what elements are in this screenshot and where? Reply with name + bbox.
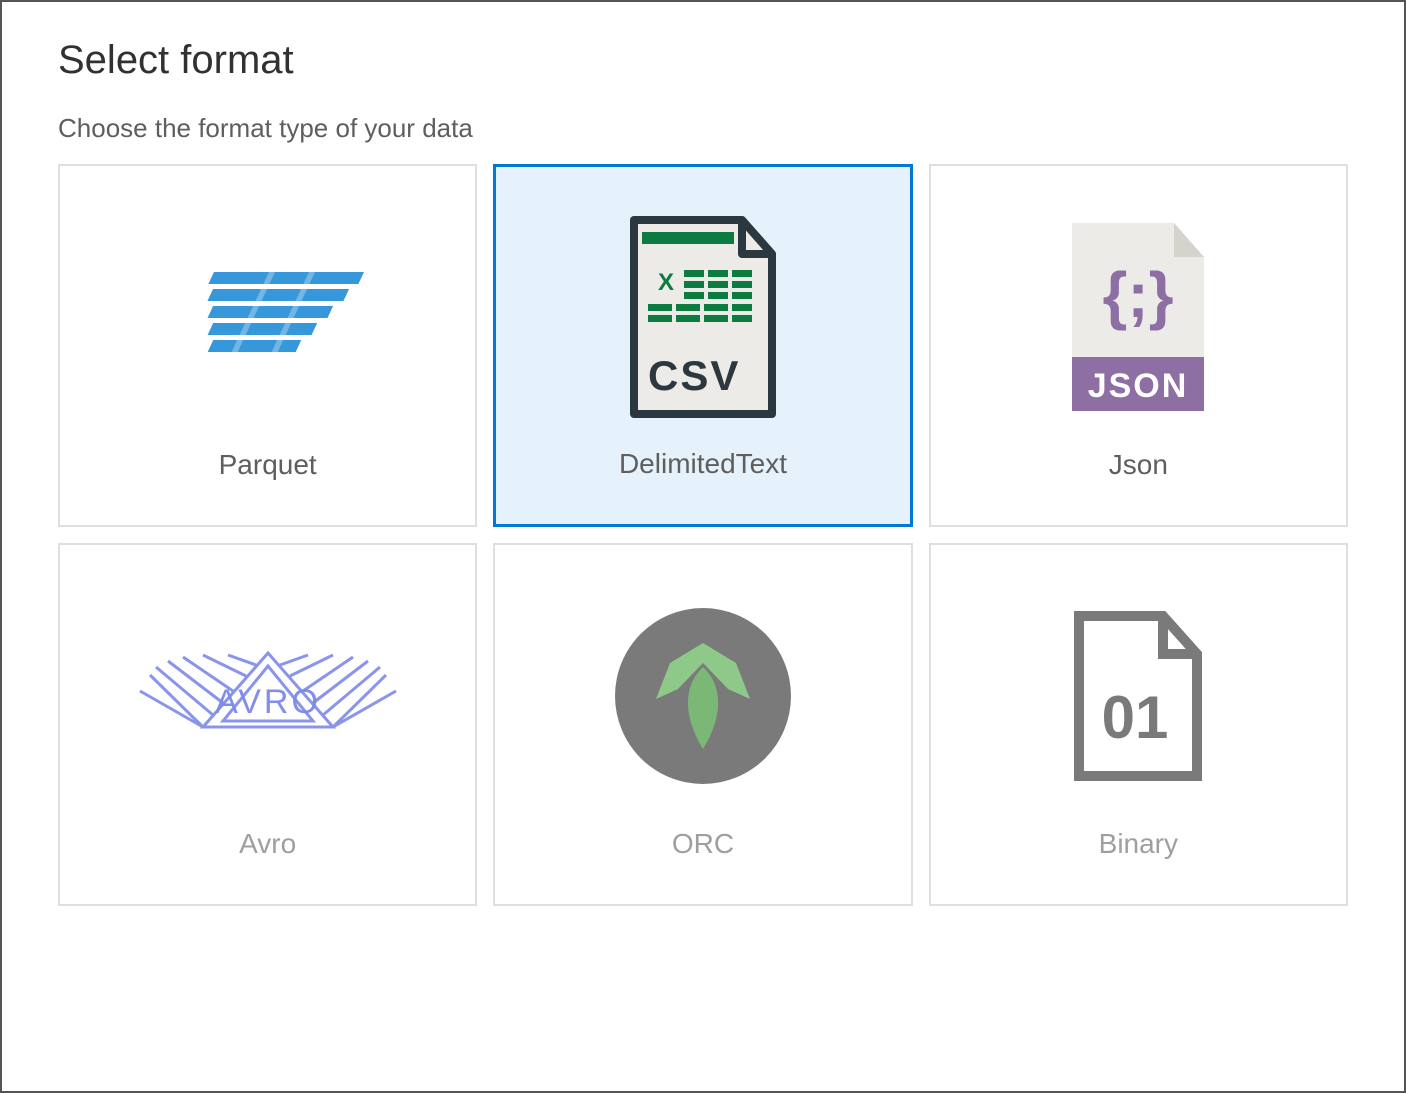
format-tile-orc[interactable]: ORC <box>493 543 912 906</box>
format-tile-parquet[interactable]: Parquet <box>58 164 477 527</box>
format-label: Parquet <box>219 449 317 481</box>
format-label: Json <box>1109 449 1168 481</box>
page-subtitle: Choose the format type of your data <box>58 113 1348 144</box>
format-tile-avro[interactable]: AVRO Avro <box>58 543 477 906</box>
parquet-icon <box>80 196 455 437</box>
format-tile-json[interactable]: JSON {;} Json <box>929 164 1348 527</box>
json-file-icon: JSON {;} <box>951 196 1326 437</box>
format-grid: Parquet X <box>58 164 1348 906</box>
svg-text:X: X <box>658 269 674 296</box>
format-label: Avro <box>239 828 296 860</box>
svg-text:JSON: JSON <box>1088 367 1189 405</box>
svg-text:CSV: CSV <box>648 352 740 399</box>
format-label: ORC <box>672 828 734 860</box>
format-tile-delimitedtext[interactable]: X CSV DelimitedText <box>493 164 912 527</box>
svg-text:01: 01 <box>1102 684 1169 751</box>
svg-text:AVRO: AVRO <box>215 683 321 721</box>
format-label: DelimitedText <box>619 448 787 480</box>
format-selection-panel: Select format Choose the format type of … <box>0 0 1406 1093</box>
page-title: Select format <box>58 38 1348 83</box>
format-tile-binary[interactable]: 01 Binary <box>929 543 1348 906</box>
format-label: Binary <box>1099 828 1178 860</box>
svg-text:{;}: {;} <box>1103 259 1174 331</box>
avro-icon: AVRO <box>80 575 455 816</box>
orc-icon <box>515 575 890 816</box>
binary-file-icon: 01 <box>951 575 1326 816</box>
csv-file-icon: X CSV <box>516 197 889 436</box>
